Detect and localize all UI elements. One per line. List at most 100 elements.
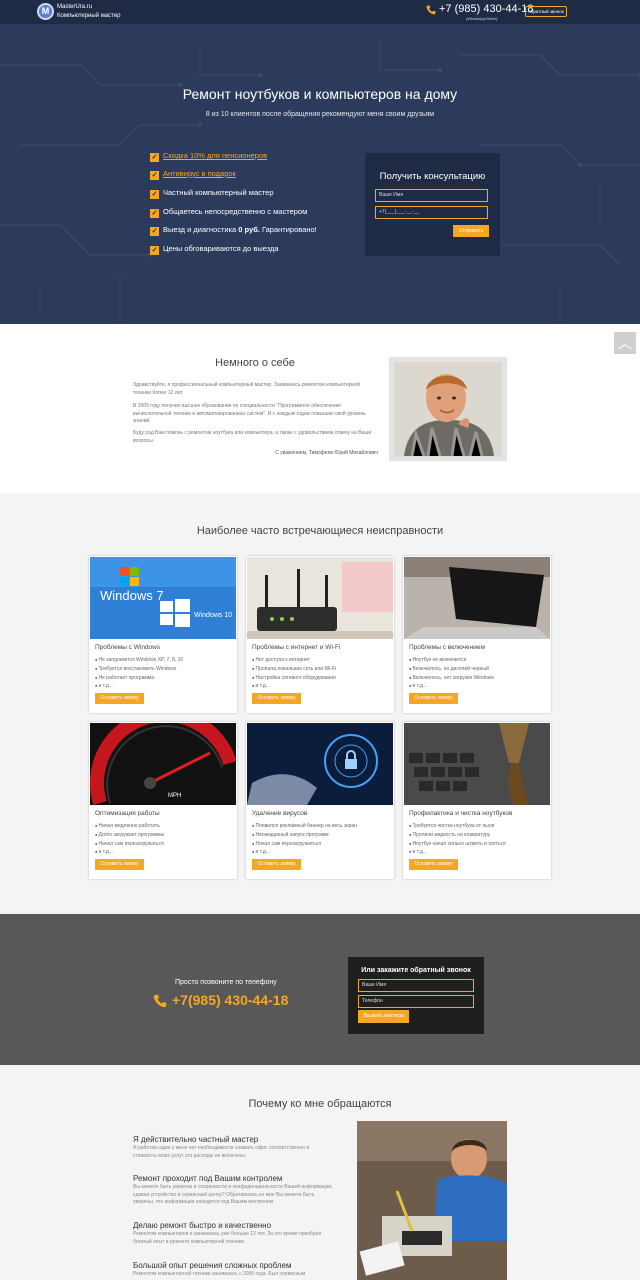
feature-pensioner-discount[interactable]: ✓ Скидка 10% для пенсионеров bbox=[150, 151, 267, 163]
why-section: Почему ко мне обращаются bbox=[0, 1065, 640, 1280]
list-item: Настройка сетевого оборудования bbox=[252, 674, 336, 683]
card-title: Проблемы с включением bbox=[409, 644, 485, 651]
about-paragraph-3: Буду рад Вам помочь с ремонтом ноутбука … bbox=[133, 430, 372, 444]
why-title: Почему ко мне обращаются bbox=[248, 1098, 392, 1110]
list-item: Требуется чистка ноутбука от пыли bbox=[409, 822, 506, 831]
list-item: Нет доступа к интернет bbox=[252, 656, 336, 665]
feature-free-diagnostics: ✓ Выезд и диагностика 0 руб. Гарантирован… bbox=[150, 225, 317, 236]
speedometer-icon: MPH bbox=[90, 723, 236, 805]
list-item: Пропала локальная сеть или Wi-Fi bbox=[252, 665, 337, 674]
about-paragraph-2: В 2005 году получил высшее образование п… bbox=[133, 403, 366, 424]
list-item: Неожиданный запуск программ bbox=[252, 831, 357, 840]
why-heading-1: Я действительно частный мастер bbox=[133, 1135, 259, 1144]
windows-logo-icon: Windows 7 Windows 10 bbox=[90, 557, 236, 639]
repair-photo-icon bbox=[357, 1121, 507, 1280]
why-heading-2: Ремонт проходит под Вашим контролем bbox=[133, 1174, 283, 1183]
card-list: Появился рекламный баннер на весь экран … bbox=[252, 822, 357, 857]
problem-card-cleaning: Профилактика и чистка ноутбуков Требуетс… bbox=[403, 722, 551, 879]
problem-card-internet: Проблемы с интернет и Wi-Fi Нет доступа … bbox=[246, 556, 394, 713]
list-item: Начал сам перезагружаться bbox=[252, 840, 357, 849]
leave-request-button[interactable]: Оставить заявку bbox=[409, 859, 458, 870]
checkbox-icon: ✓ bbox=[150, 171, 159, 180]
why-heading-3: Делаю ремонт быстро и качественно bbox=[133, 1221, 272, 1230]
keyboard-spill-icon bbox=[404, 723, 550, 805]
list-item: Начал медленно работать bbox=[95, 822, 164, 831]
checkbox-icon: ✓ bbox=[150, 190, 159, 199]
card-title: Профилактика и чистка ноутбуков bbox=[409, 810, 513, 817]
brand-name[interactable]: MasterUra.ru bbox=[57, 4, 92, 10]
consult-name-input[interactable]: Ваше Имя bbox=[375, 189, 488, 202]
phone-icon bbox=[426, 5, 436, 15]
about-title: Немного о себе bbox=[215, 357, 295, 369]
logo-icon[interactable]: M bbox=[37, 3, 54, 20]
list-item: Пролили жидкость на клавиатуру bbox=[409, 831, 506, 840]
about-signature: С уважением, Тимофеев Юрий Михайлович bbox=[275, 450, 378, 456]
card-image bbox=[247, 557, 393, 639]
feature-private-master: ✓ Частный компьютерный мастер bbox=[150, 188, 274, 199]
consult-submit-button[interactable]: Отправить bbox=[453, 225, 489, 237]
card-list: Начал медленно работать Долго загружает … bbox=[95, 822, 165, 857]
card-title: Удаление вирусов bbox=[252, 810, 308, 817]
card-list: Требуется чистка ноутбука от пыли Пролил… bbox=[409, 822, 506, 857]
mph-text: MPH bbox=[168, 793, 181, 799]
why-text-1: Я работаю один у меня нет необходимости … bbox=[133, 1145, 310, 1159]
master-at-work-photo bbox=[357, 1121, 507, 1280]
card-list: Не загружается Windows XP, 7, 8, 10 Треб… bbox=[95, 656, 184, 691]
callback-phone-input[interactable]: Телефон bbox=[358, 995, 474, 1008]
hero-section: Ремонт ноутбуков и компьютеров на дому 8… bbox=[0, 25, 640, 324]
card-list: Нет доступа к интернет Пропала локальная… bbox=[252, 656, 337, 691]
call-label: Просто позвоните по телефону bbox=[175, 979, 277, 986]
list-item: Не работает программа bbox=[95, 674, 183, 683]
call-master-button[interactable]: Вызвать мастера bbox=[358, 1010, 409, 1023]
list-item: и т.д... bbox=[409, 682, 494, 691]
virus-lock-icon bbox=[247, 723, 393, 805]
list-item: Долго загружает программы bbox=[95, 831, 165, 840]
leave-request-button[interactable]: Оставить заявку bbox=[409, 693, 458, 704]
leave-request-button[interactable]: Оставить заявку bbox=[252, 693, 301, 704]
checkbox-icon: ✓ bbox=[150, 209, 159, 218]
list-item: и т.д... bbox=[252, 848, 357, 857]
list-item: Включилось, но дисплей черный bbox=[409, 665, 494, 674]
scroll-to-top-button[interactable]: ︿ bbox=[614, 332, 636, 354]
card-title: Проблемы с Windows bbox=[95, 644, 161, 651]
windows7-text: Windows 7 bbox=[100, 588, 164, 603]
consultation-form: Получить консультацию Ваше Имя +7(___)__… bbox=[365, 153, 500, 256]
list-item: Появился рекламный баннер на весь экран bbox=[252, 822, 357, 831]
router-icon bbox=[247, 557, 393, 639]
person-portrait-icon bbox=[394, 362, 502, 456]
problem-card-virus: Удаление вирусов Появился рекламный банн… bbox=[246, 722, 394, 879]
header-phone[interactable]: +7 (985) 430-44-18 bbox=[439, 3, 533, 15]
card-title: Проблемы с интернет и Wi-Fi bbox=[252, 644, 341, 651]
master-photo bbox=[389, 357, 507, 461]
card-image bbox=[404, 557, 550, 639]
leave-request-button[interactable]: Оставить заявку bbox=[252, 859, 301, 870]
phone-icon bbox=[153, 994, 167, 1008]
card-image bbox=[404, 723, 550, 805]
call-phone-number[interactable]: +7(985) 430-44-18 bbox=[172, 992, 288, 1008]
card-list: Ноутбук не включается Включилось, но дис… bbox=[409, 656, 494, 691]
feature-antivirus-gift[interactable]: ✓ Антивирус в подарок bbox=[150, 169, 236, 181]
callback-name-input[interactable]: Ваше Имя bbox=[358, 979, 474, 992]
problems-section: Наиболее часто встречающиеся неисправнос… bbox=[0, 493, 640, 914]
card-image: MPH bbox=[90, 723, 236, 805]
consult-phone-input[interactable]: +7(___)___-__-__ bbox=[375, 206, 488, 219]
problems-title: Наиболее часто встречающиеся неисправнос… bbox=[196, 525, 444, 537]
why-text-3: Ремонтом компьютеров я занимаюсь уже бол… bbox=[133, 1231, 322, 1245]
checkbox-icon: ✓ bbox=[150, 246, 159, 255]
card-title: Оптимизация работы bbox=[95, 810, 160, 817]
leave-request-button[interactable]: Оставить заявку bbox=[95, 859, 144, 870]
callback-button[interactable]: обратный звонок bbox=[525, 6, 567, 17]
why-text-2: Вы можете быть уверены в сохранности и к… bbox=[133, 1184, 333, 1205]
card-image: Windows 7 Windows 10 bbox=[90, 557, 236, 639]
problem-card-optimization: MPH Оптимизация работы Начал медленно ра… bbox=[89, 722, 237, 879]
windows10-text: Windows 10 bbox=[194, 612, 232, 619]
list-item: Включилось, нет загрузки Windows bbox=[409, 674, 494, 683]
header-phone-note: (WhatsApp/Viber) bbox=[466, 16, 498, 21]
list-item: и т.д... bbox=[252, 682, 336, 691]
list-item: Начал сам перезагружаться bbox=[95, 840, 164, 849]
leave-request-button[interactable]: Оставить заявку bbox=[95, 693, 144, 704]
feature-direct-contact: ✓ Общаетесь непосредственно с мастером bbox=[150, 207, 308, 218]
callback-form-title: Или закажите обратный звонок bbox=[361, 967, 471, 974]
why-heading-4: Большой опыт решения сложных проблем bbox=[133, 1261, 292, 1270]
consultation-form-title: Получить консультацию bbox=[379, 171, 486, 182]
